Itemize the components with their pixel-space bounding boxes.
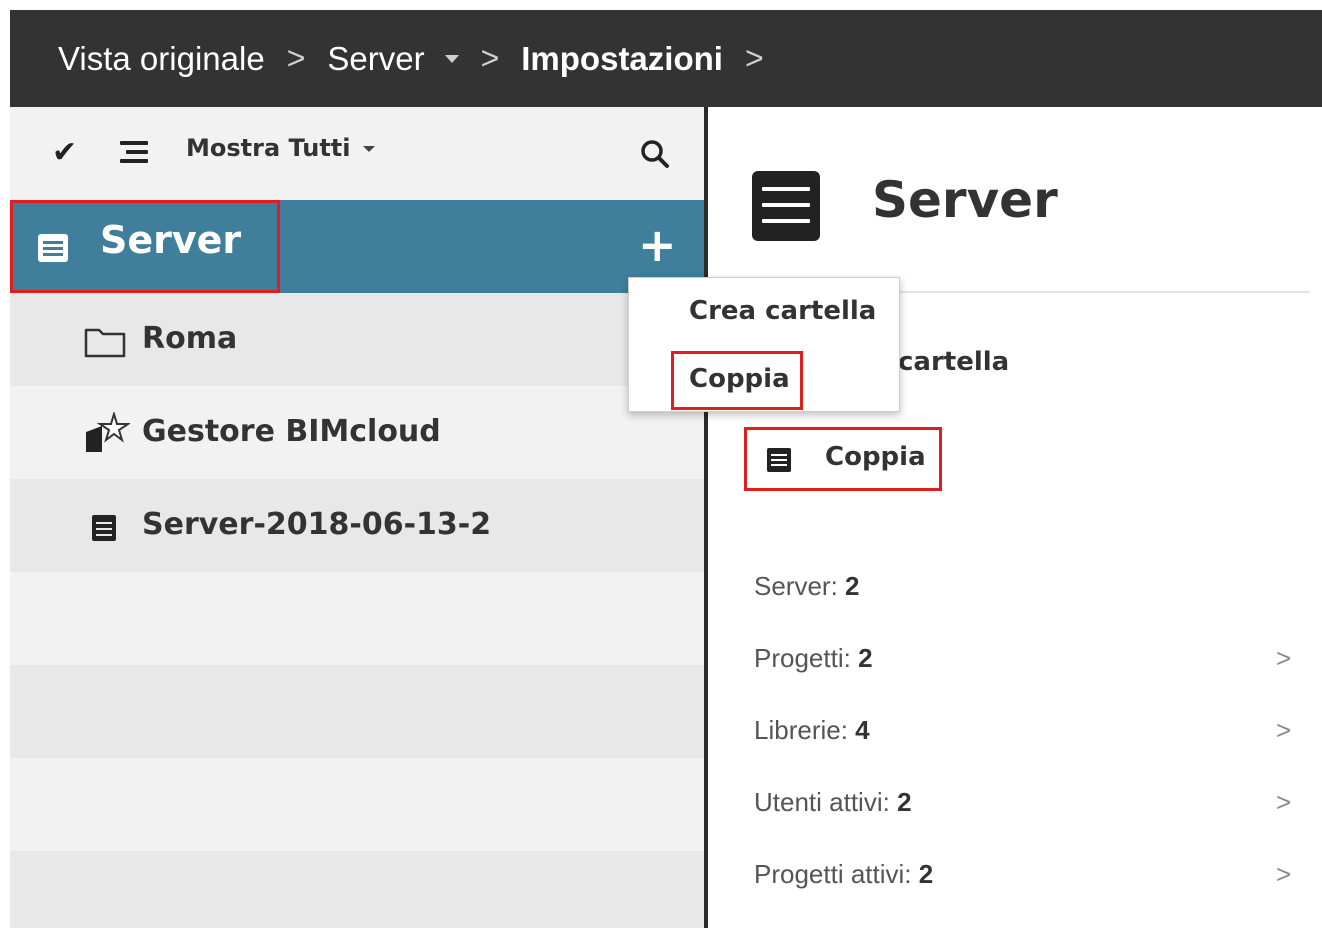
pair-button-label: Coppia [825, 442, 926, 472]
search-icon[interactable] [638, 137, 672, 171]
empty-row [10, 758, 704, 851]
list-icon[interactable] [120, 141, 148, 163]
stat-server: Server: 2 [754, 571, 860, 602]
empty-row [10, 572, 704, 665]
breadcrumb-bar: Vista originale > Server > Impostazioni … [10, 10, 1322, 107]
highlight-box [10, 200, 280, 293]
breadcrumb-separator: > [480, 40, 500, 76]
chevron-down-icon [362, 146, 375, 152]
stat-value: 2 [845, 571, 860, 601]
stat-value: 2 [858, 643, 873, 673]
stat-label: Server: [754, 571, 838, 601]
stat-value: 2 [918, 859, 934, 889]
create-folder-action[interactable]: cartella [898, 347, 1009, 377]
server-icon [92, 515, 116, 541]
tree-item-label: Server-2018-06-13-2 [142, 507, 492, 542]
breadcrumb-item-server[interactable]: Server [327, 40, 424, 78]
breadcrumb-separator: > [744, 40, 764, 76]
highlight-box [671, 351, 803, 410]
detail-panel: Server cartella Coppia Server: 2 Progett… [708, 107, 1322, 928]
manager-star-icon [86, 412, 130, 452]
chevron-down-icon[interactable] [444, 54, 459, 63]
stat-value: 2 [897, 787, 912, 817]
pair-button[interactable]: Coppia [744, 427, 942, 491]
plus-icon[interactable]: + [638, 218, 677, 272]
chevron-right-icon[interactable]: > [1276, 643, 1291, 674]
filter-label: Mostra Tutti [186, 134, 351, 162]
stat-value: 4 [855, 715, 870, 745]
breadcrumb-item-impostazioni[interactable]: Impostazioni [521, 40, 723, 78]
chevron-right-icon[interactable]: > [1276, 787, 1291, 818]
stat-label: Progetti: [754, 643, 851, 673]
stat-label: Librerie: [754, 715, 848, 745]
tree-item-label: Gestore BIMcloud [142, 414, 441, 449]
checkmark-icon[interactable]: ✔ [52, 135, 77, 170]
stat-label: Progetti attivi: [754, 859, 912, 889]
chevron-right-icon[interactable]: > [1276, 715, 1291, 746]
chevron-right-icon[interactable]: > [1276, 859, 1291, 890]
tree-item-roma[interactable]: Roma [10, 293, 704, 386]
menu-item-create-folder[interactable]: Crea cartella [689, 296, 876, 326]
folder-icon [84, 328, 126, 358]
show-all-filter[interactable]: Mostra Tutti [186, 134, 375, 162]
breadcrumb-item-vista-originale[interactable]: Vista originale [58, 40, 265, 78]
stat-progetti[interactable]: Progetti: 2 [754, 643, 873, 674]
empty-row [10, 851, 704, 928]
tree-item-gestore-bimcloud[interactable]: Gestore BIMcloud [10, 386, 704, 479]
tree-panel: ✔ Mostra Tutti Server + Roma Gestore BIM… [10, 107, 704, 928]
stat-utenti-attivi[interactable]: Utenti attivi: 2 [754, 787, 912, 818]
stat-librerie[interactable]: Librerie: 4 [754, 715, 870, 746]
detail-title: Server [872, 171, 1058, 229]
server-icon [752, 171, 820, 241]
stat-progetti-attivi[interactable]: Progetti attivi: 2 [754, 859, 933, 890]
add-context-menu: Crea cartella Coppia [628, 277, 900, 412]
stat-label: Utenti attivi: [754, 787, 890, 817]
tree-item-server-2018-06-13-2[interactable]: Server-2018-06-13-2 [10, 479, 704, 572]
tree-item-server[interactable]: Server + [10, 200, 704, 293]
empty-row [10, 665, 704, 758]
breadcrumb-separator: > [286, 40, 306, 76]
tree-item-label: Roma [142, 321, 238, 356]
tree-toolbar: ✔ Mostra Tutti [10, 107, 704, 200]
server-icon [767, 448, 791, 472]
